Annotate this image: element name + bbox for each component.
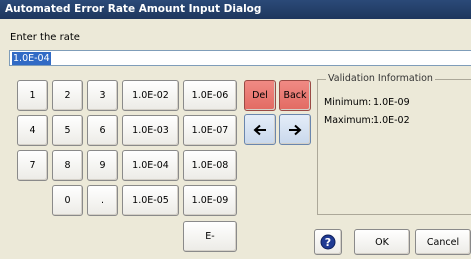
key-0[interactable]: 0 xyxy=(52,185,83,216)
key-1e-07[interactable]: 1.0E-07 xyxy=(183,115,237,146)
key-4[interactable]: 4 xyxy=(17,115,48,146)
key-2[interactable]: 2 xyxy=(52,80,83,111)
cursor-right-button[interactable] xyxy=(279,114,311,145)
key-6[interactable]: 6 xyxy=(87,115,118,146)
key-1[interactable]: 1 xyxy=(17,80,48,111)
key-1e-03[interactable]: 1.0E-03 xyxy=(122,115,179,146)
arrow-left-icon xyxy=(253,124,266,135)
rate-prompt-label: Enter the rate xyxy=(10,32,80,43)
key-1e-05[interactable]: 1.0E-05 xyxy=(122,185,179,216)
maximum-value: 1.0E-02 xyxy=(373,115,410,126)
cancel-button[interactable]: Cancel xyxy=(415,229,471,255)
rate-input[interactable]: 1.0E-04 xyxy=(9,50,471,66)
key-8[interactable]: 8 xyxy=(52,150,83,181)
help-icon: ? xyxy=(320,234,336,250)
rate-input-value: 1.0E-04 xyxy=(12,52,51,65)
delete-button[interactable]: Del xyxy=(244,80,276,111)
key-7[interactable]: 7 xyxy=(17,150,48,181)
backspace-button[interactable]: Back xyxy=(279,80,311,111)
key-1e-06[interactable]: 1.0E-06 xyxy=(183,80,237,111)
key-1e-09[interactable]: 1.0E-09 xyxy=(183,185,237,216)
minimum-label: Minimum: xyxy=(324,97,372,108)
key-1e-02[interactable]: 1.0E-02 xyxy=(122,80,179,111)
key-1e-04[interactable]: 1.0E-04 xyxy=(122,150,179,181)
help-button[interactable]: ? xyxy=(314,229,342,255)
dialog-title: Automated Error Rate Amount Input Dialog xyxy=(0,0,471,19)
key-1e-08[interactable]: 1.0E-08 xyxy=(183,150,237,181)
validation-title: Validation Information xyxy=(326,73,435,84)
key-5[interactable]: 5 xyxy=(52,115,83,146)
key-9[interactable]: 9 xyxy=(87,150,118,181)
key-3[interactable]: 3 xyxy=(87,80,118,111)
key-decimal[interactable]: . xyxy=(87,185,118,216)
svg-text:?: ? xyxy=(325,236,331,249)
maximum-label: Maximum: xyxy=(324,115,375,126)
minimum-value: 1.0E-09 xyxy=(373,97,410,108)
arrow-right-icon xyxy=(289,124,302,135)
cursor-left-button[interactable] xyxy=(244,114,276,145)
key-exponent[interactable]: E- xyxy=(183,221,237,252)
ok-button[interactable]: OK xyxy=(354,229,410,255)
